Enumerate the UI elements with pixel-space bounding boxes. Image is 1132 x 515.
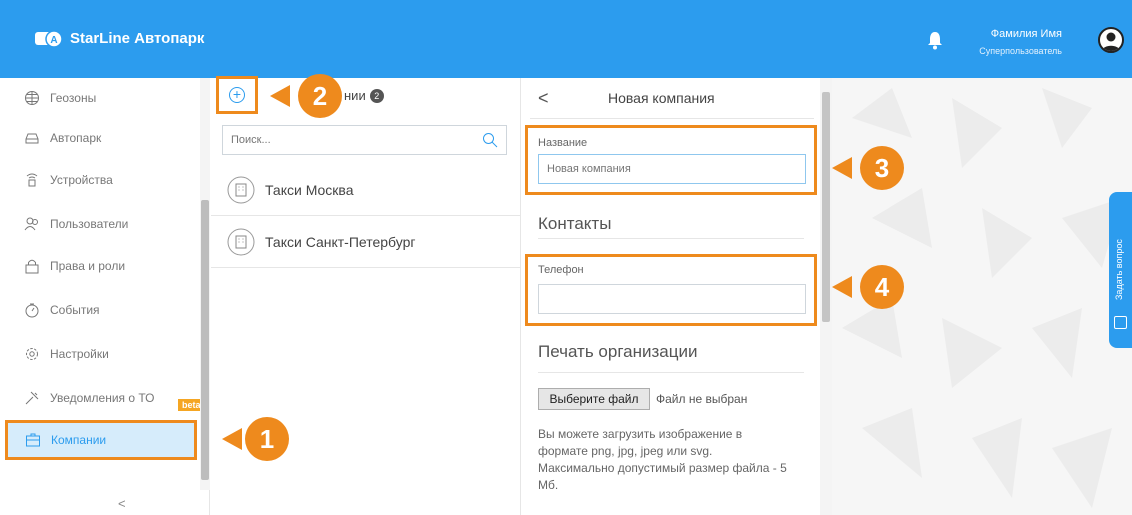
collapse-sidebar-button[interactable]: < <box>118 496 126 511</box>
brand-title: StarLine Автопарк <box>70 30 205 47</box>
wrench-icon <box>25 391 39 405</box>
divider <box>530 118 814 119</box>
sidebar-item-label: События <box>50 303 100 317</box>
search-icon[interactable] <box>482 132 498 148</box>
search-input[interactable] <box>223 126 463 154</box>
user-icon <box>1102 32 1120 51</box>
sidebar-item-label: Геозоны <box>50 91 97 105</box>
sidebar-item-label: Компании <box>51 433 107 447</box>
sidebar-item-maintenance[interactable]: Уведомления о ТО <box>0 378 200 418</box>
companies-title: нии 2 <box>344 88 384 103</box>
sidebar-item-companies[interactable]: Компании <box>5 420 197 460</box>
bell-icon[interactable] <box>926 30 944 50</box>
user-role: Суперпользователь <box>979 46 1062 56</box>
callout-badge: 3 <box>860 146 904 190</box>
name-label: Название <box>538 137 588 149</box>
name-input[interactable] <box>538 154 806 184</box>
events-icon <box>25 303 39 318</box>
building-icon <box>227 228 255 255</box>
company-list-item[interactable]: Такси Санкт-Петербург <box>211 216 521 268</box>
sidebar-item-label: Устройства <box>50 173 113 187</box>
sidebar-item-fleet[interactable]: Автопарк <box>0 118 200 158</box>
sidebar-item-label: Права и роли <box>50 259 126 273</box>
globe-icon <box>25 91 39 105</box>
sidebar-item-label: Автопарк <box>50 131 102 145</box>
sidebar-item-label: Уведомления о ТО <box>50 391 155 405</box>
car-icon <box>25 133 39 144</box>
ask-question-label: Задать вопрос <box>1114 239 1124 300</box>
top-bar: A StarLine Автопарк Фамилия Имя Суперпол… <box>0 0 1132 78</box>
user-name[interactable]: Фамилия Имя <box>991 28 1062 40</box>
callout-badge: 1 <box>245 417 289 461</box>
device-icon <box>26 173 38 187</box>
sidebar-item-label: Настройки <box>50 347 109 361</box>
upload-hint: Вы можете загрузить изображение в формат… <box>538 427 787 492</box>
sidebar-item-settings[interactable]: Настройки <box>0 334 200 374</box>
phone-input[interactable] <box>538 284 806 314</box>
company-list-item[interactable]: Такси Москва <box>211 164 521 216</box>
callout-arrow <box>270 85 290 107</box>
logo-icon: A <box>35 30 63 48</box>
sidebar-item-users[interactable]: Пользователи <box>0 204 200 244</box>
gear-icon <box>26 348 38 360</box>
sidebar-item-roles[interactable]: Права и роли <box>0 246 200 286</box>
callout-arrow <box>222 428 242 450</box>
form-scroll-thumb[interactable] <box>822 92 830 322</box>
callout-badge: 4 <box>860 265 904 309</box>
mail-icon <box>1114 316 1127 329</box>
lock-icon <box>25 259 39 274</box>
add-company-button[interactable]: + <box>216 76 258 114</box>
company-icon <box>26 433 40 447</box>
building-icon <box>227 176 255 203</box>
company-name: Такси Москва <box>265 181 354 198</box>
callout-arrow <box>832 157 852 179</box>
plus-icon: + <box>229 87 245 103</box>
avatar[interactable] <box>1098 27 1124 53</box>
search-field[interactable] <box>222 125 507 155</box>
company-name: Такси Санкт-Петербург <box>265 233 416 250</box>
divider <box>538 372 804 373</box>
phone-label: Телефон <box>538 264 584 276</box>
callout-arrow <box>832 276 852 298</box>
sidebar-item-events[interactable]: События <box>0 290 200 330</box>
sidebar-scroll-thumb[interactable] <box>201 200 209 480</box>
sidebar-item-label: Пользователи <box>50 217 129 231</box>
print-title: Печать организации <box>538 342 698 361</box>
form-title: Новая компания <box>608 90 715 106</box>
contacts-title: Контакты <box>538 214 612 233</box>
users-icon <box>24 217 38 231</box>
sidebar-item-geozones[interactable]: Геозоны <box>0 78 200 118</box>
sidebar-item-devices[interactable]: Устройства <box>0 160 200 200</box>
back-button[interactable]: < <box>538 88 549 109</box>
choose-file-button[interactable]: Выберите файл <box>538 388 650 410</box>
callout-badge: 2 <box>298 74 342 118</box>
svg-text:A: A <box>50 35 57 46</box>
divider <box>538 238 804 239</box>
companies-count-badge: 2 <box>369 89 384 103</box>
file-status: Файл не выбран <box>656 392 748 406</box>
